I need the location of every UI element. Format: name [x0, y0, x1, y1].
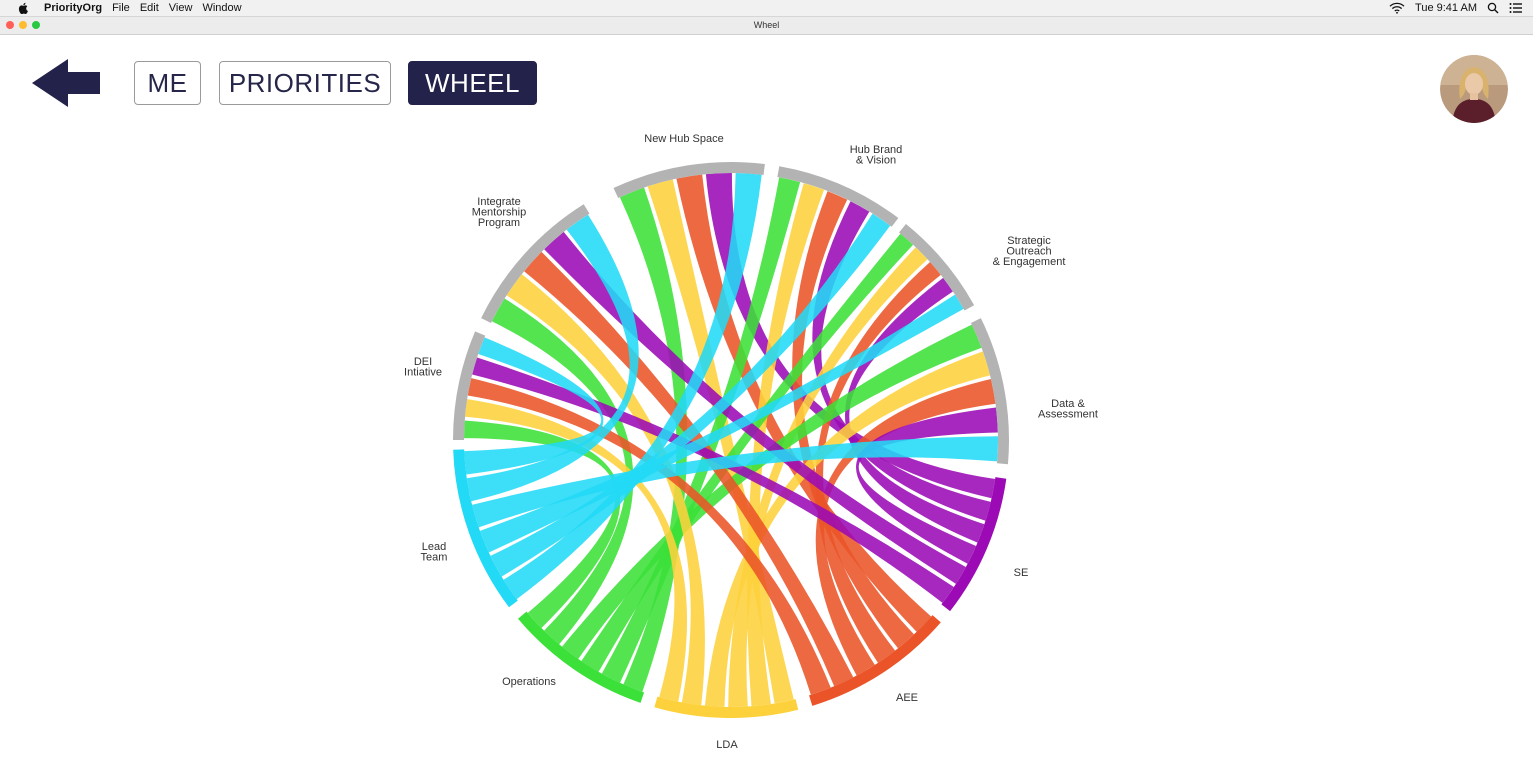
- clock[interactable]: Tue 9:41 AM: [1415, 2, 1477, 14]
- menu-view[interactable]: View: [169, 2, 193, 14]
- status-area: Tue 9:41 AM: [1389, 0, 1523, 16]
- priority-chord-wheel: New Hub Space Hub Brand & Vision Strategic O…: [404, 133, 1098, 751]
- group-label-new_hub_space: New Hub Space: [644, 133, 724, 145]
- group-label-data: Data & Assessment: [1038, 398, 1098, 421]
- menu-window[interactable]: Window: [202, 2, 241, 14]
- app-content: ME PRIORITIES WHEEL New Hub Space Hub Bra…: [0, 35, 1533, 774]
- menu-file[interactable]: File: [112, 2, 130, 14]
- search-icon[interactable]: [1487, 2, 1499, 14]
- apple-icon[interactable]: [18, 2, 30, 14]
- menu-edit[interactable]: Edit: [140, 2, 159, 14]
- window-title: Wheel: [753, 20, 780, 30]
- group-label-se: SE: [1014, 567, 1029, 579]
- menu-bar: PriorityOrg File Edit View Window Tue 9:…: [0, 0, 1533, 17]
- window-titlebar: Wheel: [0, 17, 1533, 35]
- group-label-lead_team: Lead Team: [421, 541, 448, 564]
- group-label-hub_brand: Hub Brand & Vision: [850, 144, 903, 167]
- group-label-lda: LDA: [716, 739, 738, 751]
- group-label-strategic: Strategic Outreach & Engagement: [993, 235, 1066, 268]
- list-icon[interactable]: [1509, 2, 1523, 14]
- group-label-aee: AEE: [896, 692, 918, 704]
- group-label-operations: Operations: [502, 676, 556, 688]
- ribbons: [464, 173, 999, 707]
- group-label-mentorship: Integrate Mentorship Program: [472, 196, 526, 229]
- app-name-menu[interactable]: PriorityOrg: [44, 2, 102, 14]
- group-label-dei: DEI Intiative: [404, 356, 442, 379]
- wifi-icon[interactable]: [1389, 2, 1405, 14]
